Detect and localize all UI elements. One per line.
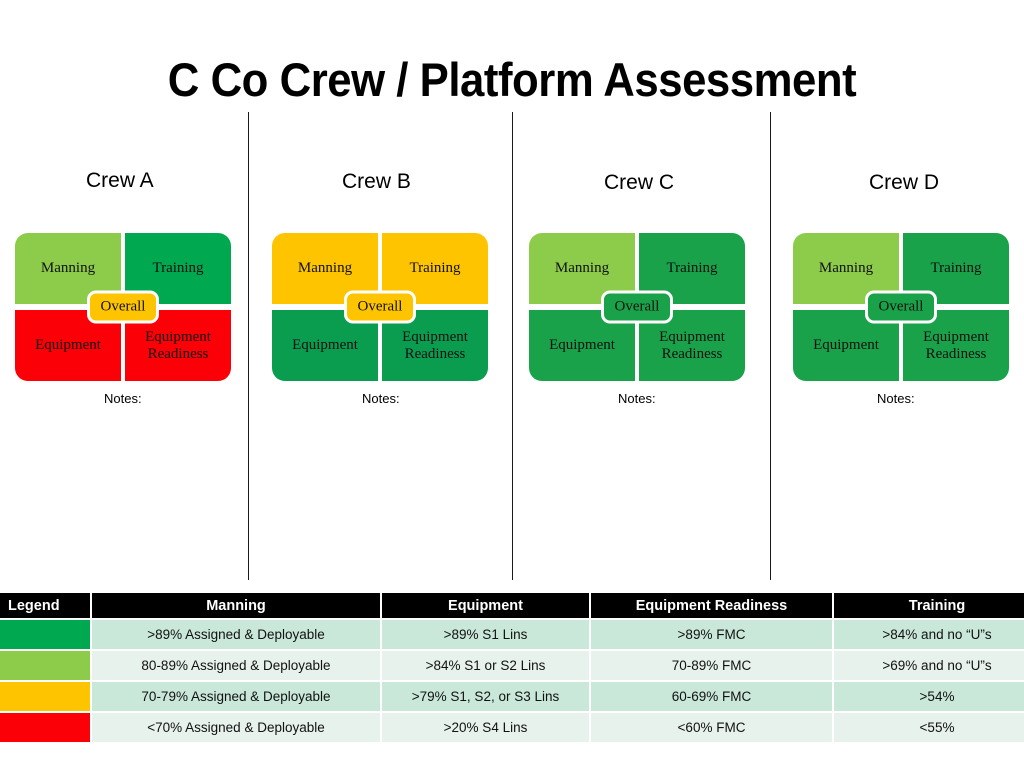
legend-cell-manning: 70-79% Assigned & Deployable <box>91 681 382 713</box>
crew-b-overall-badge[interactable]: Overall <box>344 290 416 324</box>
crew-d-manning-label: Manning <box>818 260 874 276</box>
crew-b-grid: Manning Training Equipment Equipment Rea… <box>272 233 488 381</box>
crew-a-grid: Manning Training Equipment Equipment Rea… <box>15 233 231 381</box>
crew-a-equipment-readiness-label: Equipment Readiness <box>145 328 211 362</box>
table-row: >89% Assigned & Deployable >89% S1 Lins … <box>0 619 1024 651</box>
table-row: 70-79% Assigned & Deployable >79% S1, S2… <box>0 681 1024 713</box>
crew-c-notes-label: Notes: <box>618 391 656 406</box>
legend-header-manning: Manning <box>91 593 382 620</box>
crew-b-training-label: Training <box>409 260 461 276</box>
legend-header-row: Legend Manning Equipment Equipment Readi… <box>0 593 1024 620</box>
legend-swatch-light-green <box>0 650 92 682</box>
legend-swatch-red <box>0 712 92 744</box>
legend-table: Legend Manning Equipment Equipment Readi… <box>0 593 1024 744</box>
crew-b-overall-label: Overall <box>357 298 403 315</box>
crew-c-training-label: Training <box>666 260 718 276</box>
crew-b-equipment-readiness-label: Equipment Readiness <box>402 328 468 362</box>
crew-c-manning-label: Manning <box>554 260 610 276</box>
crew-c-equipment-readiness-label: Equipment Readiness <box>659 328 725 362</box>
crew-c-overall-badge[interactable]: Overall <box>601 290 673 324</box>
crew-a-training-label: Training <box>152 260 204 276</box>
legend-header-equipment-readiness: Equipment Readiness <box>590 593 834 620</box>
legend-cell-equipment-readiness: <60% FMC <box>590 712 834 744</box>
crew-b-manning-label: Manning <box>297 260 353 276</box>
crew-d-training-label: Training <box>930 260 982 276</box>
crew-a-overall-label: Overall <box>100 298 146 315</box>
legend-cell-manning: >89% Assigned & Deployable <box>91 619 382 651</box>
crew-d-overall-label: Overall <box>878 298 924 315</box>
crew-a-notes-label: Notes: <box>104 391 142 406</box>
legend-cell-training: >54% <box>833 681 1024 713</box>
crew-b-equipment-label: Equipment <box>292 337 358 353</box>
legend-cell-training: >69% and no “U”s <box>833 650 1024 682</box>
table-row: 80-89% Assigned & Deployable >84% S1 or … <box>0 650 1024 682</box>
legend-cell-equipment: >79% S1, S2, or S3 Lins <box>381 681 591 713</box>
crew-c-equipment-label: Equipment <box>549 337 615 353</box>
legend-cell-equipment-readiness: 60-69% FMC <box>590 681 834 713</box>
crew-b-notes-label: Notes: <box>362 391 400 406</box>
legend-header-legend: Legend <box>0 593 92 620</box>
crew-d-grid: Manning Training Equipment Equipment Rea… <box>793 233 1009 381</box>
legend-swatch-yellow <box>0 681 92 713</box>
crew-d-notes-label: Notes: <box>877 391 915 406</box>
crew-c-heading: Crew C <box>604 171 675 194</box>
crew-c-grid: Manning Training Equipment Equipment Rea… <box>529 233 745 381</box>
crew-c-overall-label: Overall <box>614 298 660 315</box>
legend-cell-equipment: >20% S4 Lins <box>381 712 591 744</box>
crew-a-equipment-label: Equipment <box>35 337 101 353</box>
legend-cell-equipment-readiness: >89% FMC <box>590 619 834 651</box>
legend-cell-equipment: >84% S1 or S2 Lins <box>381 650 591 682</box>
legend-cell-manning: 80-89% Assigned & Deployable <box>91 650 382 682</box>
crew-a-heading: Crew A <box>86 169 154 192</box>
legend-cell-training: >84% and no “U”s <box>833 619 1024 651</box>
column-divider-3 <box>770 112 771 580</box>
table-row: <70% Assigned & Deployable >20% S4 Lins … <box>0 712 1024 744</box>
legend-cell-equipment-readiness: 70-89% FMC <box>590 650 834 682</box>
crew-d-overall-badge[interactable]: Overall <box>865 290 937 324</box>
legend-swatch-green <box>0 619 92 651</box>
column-divider-2 <box>512 112 513 580</box>
legend-header-equipment: Equipment <box>381 593 591 620</box>
crew-d-equipment-readiness-label: Equipment Readiness <box>923 328 989 362</box>
crew-d-equipment-label: Equipment <box>813 337 879 353</box>
column-divider-1 <box>248 112 249 580</box>
page-title: C Co Crew / Platform Assessment <box>167 53 857 106</box>
legend-cell-equipment: >89% S1 Lins <box>381 619 591 651</box>
crew-d-heading: Crew D <box>869 171 940 194</box>
crew-b-heading: Crew B <box>342 170 411 193</box>
crew-a-manning-label: Manning <box>40 260 96 276</box>
legend-cell-manning: <70% Assigned & Deployable <box>91 712 382 744</box>
crew-a-overall-badge[interactable]: Overall <box>87 290 159 324</box>
legend-header-training: Training <box>833 593 1024 620</box>
legend-cell-training: <55% <box>833 712 1024 744</box>
